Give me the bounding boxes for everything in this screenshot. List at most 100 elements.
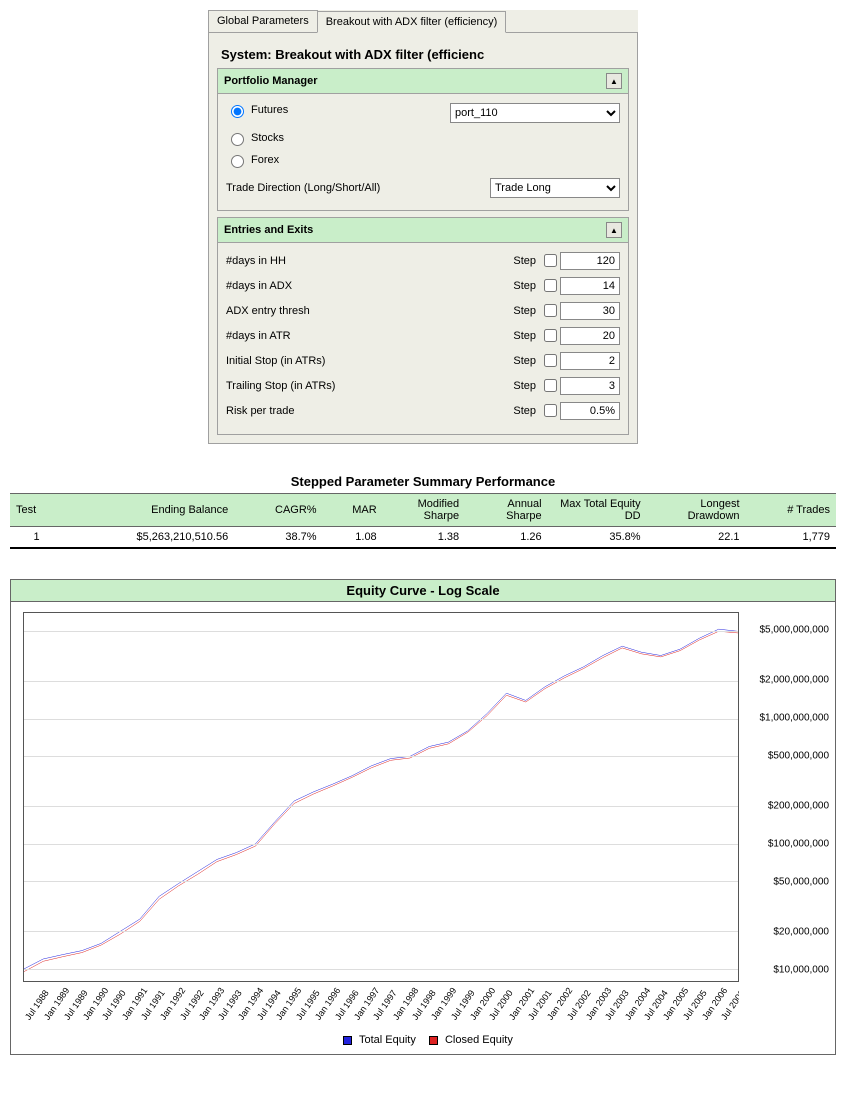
param-label: #days in ATR <box>226 330 509 342</box>
y-tick-label: $200,000,000 <box>768 801 829 812</box>
x-tick-label: Jul 2004 <box>642 1016 683 1032</box>
step-checkbox[interactable] <box>544 254 557 267</box>
y-tick-label: $2,000,000,000 <box>759 675 829 686</box>
param-row: #days in ADXStep <box>226 276 620 295</box>
label-futures: Futures <box>251 104 288 116</box>
label-stocks: Stocks <box>251 132 284 144</box>
param-row: ADX entry threshStep <box>226 301 620 320</box>
step-checkbox[interactable] <box>544 379 557 392</box>
param-label: Initial Stop (in ATRs) <box>226 355 509 367</box>
x-tick-label: Jan 2004 <box>623 1016 664 1032</box>
th-mar: MAR <box>323 494 383 527</box>
x-tick-label: Jan 1993 <box>197 1016 238 1032</box>
legend: Total Equity Closed Equity <box>17 1032 829 1050</box>
portfolio-select[interactable]: port_110 <box>450 103 620 123</box>
scroll-up-icon[interactable]: ▲ <box>606 73 622 89</box>
radio-forex[interactable] <box>231 155 244 168</box>
param-input[interactable] <box>560 277 620 295</box>
param-input[interactable] <box>560 327 620 345</box>
x-tick-label: Jul 1989 <box>62 1016 103 1032</box>
x-tick-label: Jan 1989 <box>42 1016 83 1032</box>
tab-row: Global Parameters Breakout with ADX filt… <box>208 10 638 32</box>
x-axis-labels: Jul 1988Jan 1989Jul 1989Jan 1990Jul 1990… <box>23 982 739 1032</box>
param-input[interactable] <box>560 377 620 395</box>
gridline <box>24 844 738 845</box>
step-checkbox[interactable] <box>544 404 557 417</box>
x-tick-label: Jan 1991 <box>120 1016 161 1032</box>
gridline <box>24 969 738 970</box>
gridline <box>24 681 738 682</box>
th-trades: # Trades <box>746 494 836 527</box>
equity-title: Equity Curve - Log Scale <box>11 580 835 602</box>
x-tick-label: Jul 1993 <box>216 1016 257 1032</box>
step-label: Step <box>513 255 536 267</box>
th-msharpe: Modified Sharpe <box>383 494 465 527</box>
entries-body: #days in HH Step #days in ADXStep ADX entry… <box>217 243 629 435</box>
y-tick-label: $20,000,000 <box>773 926 829 937</box>
x-tick-label: Jan 1994 <box>236 1016 277 1032</box>
x-tick-label: Jul 1990 <box>100 1016 141 1032</box>
y-tick-label: $500,000,000 <box>768 751 829 762</box>
gridline <box>24 931 738 932</box>
gridline <box>24 631 738 632</box>
series-line <box>24 631 738 971</box>
gridline <box>24 881 738 882</box>
x-tick-label: Jan 2005 <box>661 1016 702 1032</box>
x-tick-label: Jul 2002 <box>565 1016 606 1032</box>
y-tick-label: $1,000,000,000 <box>759 713 829 724</box>
step-label: Step <box>513 380 536 392</box>
step-checkbox[interactable] <box>544 304 557 317</box>
param-input[interactable] <box>560 252 620 270</box>
x-tick-label: Jan 2006 <box>700 1016 739 1032</box>
x-tick-label: Jan 1997 <box>352 1016 393 1032</box>
param-input[interactable] <box>560 352 620 370</box>
x-tick-label: Jul 2003 <box>603 1016 644 1032</box>
section-header-entries: Entries and Exits ▲ <box>217 217 629 243</box>
x-tick-label: Jan 2001 <box>507 1016 548 1032</box>
x-tick-label: Jul 2001 <box>526 1016 567 1032</box>
x-tick-label: Jan 1996 <box>313 1016 354 1032</box>
param-input[interactable] <box>560 402 620 420</box>
radio-stocks[interactable] <box>231 133 244 146</box>
x-tick-label: Jul 1995 <box>294 1016 335 1032</box>
param-row: Trailing Stop (in ATRs)Step <box>226 376 620 395</box>
th-asharpe: Annual Sharpe <box>465 494 547 527</box>
x-tick-label: Jul 1998 <box>410 1016 451 1032</box>
cell-longest: 22.1 <box>647 527 746 549</box>
step-checkbox[interactable] <box>544 279 557 292</box>
th-longest: Longest Drawdown <box>647 494 746 527</box>
summary-table: Test Ending Balance CAGR% MAR Modified S… <box>10 493 836 549</box>
y-axis-labels: $10,000,000$20,000,000$50,000,000$100,00… <box>745 612 829 982</box>
step-checkbox[interactable] <box>544 354 557 367</box>
x-tick-label: Jan 2002 <box>545 1016 586 1032</box>
x-tick-label: Jan 1992 <box>158 1016 199 1032</box>
cell-mar: 1.08 <box>323 527 383 549</box>
scroll-up-icon-2[interactable]: ▲ <box>606 222 622 238</box>
param-input[interactable] <box>560 302 620 320</box>
tab-breakout[interactable]: Breakout with ADX filter (efficiency) <box>317 11 507 33</box>
x-tick-label: Jul 1988 <box>23 1016 64 1032</box>
cell-trades: 1,779 <box>746 527 836 549</box>
radio-futures[interactable] <box>231 105 244 118</box>
param-row: #days in HH Step <box>226 251 620 270</box>
gridline <box>24 756 738 757</box>
x-tick-label: Jul 1996 <box>333 1016 374 1032</box>
system-title: System: Breakout with ADX filter (effici… <box>217 41 629 68</box>
trade-direction-select[interactable]: Trade Long <box>490 178 620 198</box>
equity-body: $10,000,000$20,000,000$50,000,000$100,00… <box>11 602 835 1054</box>
x-tick-label: Jul 1999 <box>449 1016 490 1032</box>
x-tick-label: Jan 2003 <box>584 1016 625 1032</box>
section-title-entries: Entries and Exits <box>224 224 313 236</box>
step-label: Step <box>513 405 536 417</box>
y-tick-label: $10,000,000 <box>773 964 829 975</box>
cell-msharpe: 1.38 <box>383 527 465 549</box>
x-tick-label: Jul 1992 <box>178 1016 219 1032</box>
param-label: #days in HH <box>226 255 509 267</box>
th-maxdd: Max Total Equity DD <box>548 494 647 527</box>
th-ending: Ending Balance <box>63 494 234 527</box>
step-checkbox[interactable] <box>544 329 557 342</box>
section-header-portfolio: Portfolio Manager ▲ <box>217 68 629 94</box>
tab-global[interactable]: Global Parameters <box>208 10 318 32</box>
th-cagr: CAGR% <box>234 494 322 527</box>
cell-asharpe: 1.26 <box>465 527 547 549</box>
